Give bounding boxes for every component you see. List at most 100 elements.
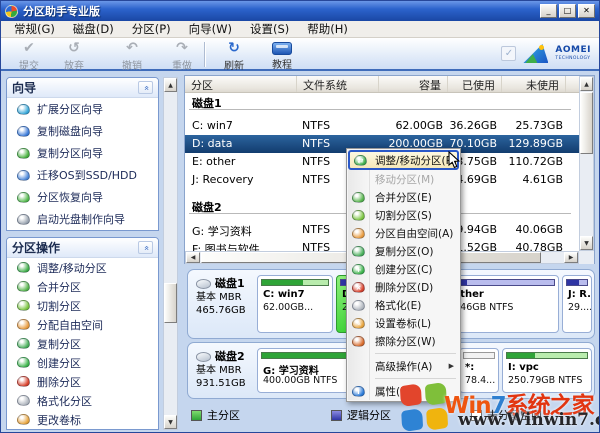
sidebar-item-copy-partition-wizard[interactable]: 复制分区向导 [7,142,158,164]
disk-type: 基本 MBR [196,291,246,304]
format-partition-icon [17,395,30,406]
merge-partitions-icon [352,192,365,203]
menu-item-label: 合并分区(E) [375,190,432,205]
collapse-chevron-icon[interactable]: « [138,81,153,94]
context-menu-item-split-partition[interactable]: 切割分区(S) [348,206,459,224]
column-header-4[interactable]: 未使用 [502,76,566,92]
sidebar-item-resize-move-partition[interactable]: 调整/移动分区 [7,258,158,277]
menu-settings[interactable]: 设置(S) [241,20,298,38]
context-menu-item-create-partition[interactable]: +创建分区(C) [348,260,459,278]
scroll-up-icon[interactable]: ▲ [580,77,593,91]
context-menu-item-properties[interactable]: i属性(P) [348,382,459,400]
legend-unallocated: 未分配空间 [471,407,542,423]
partition-block-*[interactable]: *:78.4... [459,348,499,393]
sidebar-item-copy-partition[interactable]: 复制分区 [7,334,158,353]
menu-wizard[interactable]: 向导(W) [180,20,241,38]
column-header-3[interactable]: 已使用 [448,76,502,92]
partition-row-c[interactable]: C: win7NTFS62.00GB36.26GB25.73GB [185,117,579,135]
wipe-partition-icon [352,336,365,347]
disk-label: 磁盘1基本 MBR465.76GB [196,277,246,317]
menu-item-label: 切割分区(S) [375,208,432,223]
table-header: 分区文件系统容量已使用未使用 [185,76,579,93]
discard-button[interactable]: ↺放弃 [47,40,101,72]
hard-disk-icon [196,279,211,289]
context-menu-item-advanced-operations[interactable]: 高级操作(A)▶ [348,357,459,375]
wizard-panel-header[interactable]: 向导 « [7,78,158,98]
sidebar-item-copy-disk-wizard[interactable]: 复制磁盘向导 [7,120,158,142]
sidebar-item-create-partition[interactable]: 创建分区 [7,353,158,372]
sidebar-item-split-partition[interactable]: 切割分区 [7,296,158,315]
sidebar-item-partition-recovery-wizard[interactable]: 分区恢复向导 [7,186,158,208]
context-menu-item-delete-partition[interactable]: ×删除分区(D) [348,278,459,296]
column-header-0[interactable]: 分区 [185,76,297,92]
bootable-cd-wizard-icon [17,214,30,225]
sidebar-item-label: 迁移OS到SSD/HDD [37,167,137,183]
sidebar-item-allocate-free-space[interactable]: 分配自由空间 [7,315,158,334]
maximize-button[interactable]: □ [559,4,576,18]
partition-name: C: win7 [263,289,305,300]
redo-button[interactable]: ↷重做 [155,40,209,72]
context-menu-item-format-partition[interactable]: 格式化(E) [348,296,459,314]
scrollbar-thumb[interactable] [580,92,593,154]
cell-part: D: data [192,137,232,150]
context-menu: ⇄调整/移动分区(R)移动分区(M) 合并分区(E) 切割分区(S)分区自由空间(A… [346,148,461,402]
scroll-right-icon[interactable]: ▶ [564,252,578,263]
scroll-down-icon[interactable]: ▼ [164,415,177,429]
sidebar-item-migrate-os-to-ssd-hdd[interactable]: 迁移OS到SSD/HDD [7,164,158,186]
column-header-2[interactable]: 容量 [379,76,448,92]
context-menu-item-set-label[interactable]: ✎设置卷标(L) [348,314,459,332]
menu-help[interactable]: 帮助(H) [298,20,357,38]
menu-partition[interactable]: 分区(P) [123,20,180,38]
partition-block-c[interactable]: C: win762.00GB... [257,275,333,333]
table-vscrollbar[interactable]: ▲ ▼ [579,76,594,251]
primary-swatch [191,410,202,421]
refresh-label: 刷新 [207,57,261,72]
sidebar-scrollbar[interactable]: ▲ ▼ [163,77,178,430]
scroll-left-icon[interactable]: ◀ [186,252,200,263]
undo-label: 撤销 [105,57,159,72]
create-partition-icon [17,357,30,368]
legend-label: 主分区 [207,407,240,423]
context-menu-item-resize-move-partition[interactable]: ⇄调整/移动分区(R) [348,150,459,170]
sidebar-item-label: 更改卷标 [37,412,81,428]
partition-block-i[interactable]: I: vpc250.79GB NTFS [502,348,592,393]
minimize-button[interactable]: _ [540,4,557,18]
ops-panel-title: 分区操作 [12,239,138,256]
sidebar-item-bootable-cd-wizard[interactable]: 启动光盘制作向导 [7,208,158,230]
sidebar-item-delete-partition[interactable]: 删除分区 [7,372,158,391]
partition-size: 29.... [568,302,592,313]
group-divider [189,109,571,110]
close-button[interactable]: ✕ [578,4,595,18]
toolbar: ✓ AOMEI TECHNOLOGY ✔提交↺放弃↶撤销↷重做↻刷新教程 [1,38,599,71]
context-menu-item-copy-partition[interactable]: 复制分区(O) [348,242,459,260]
cell-part: J: Recovery [192,173,253,186]
menu-disk[interactable]: 磁盘(D) [64,20,123,38]
sidebar-item-merge-partitions[interactable]: 合并分区 [7,277,158,296]
flag-pane [426,407,448,431]
scroll-down-icon[interactable]: ▼ [580,236,593,250]
context-menu-item-wipe-partition[interactable]: 擦除分区(W) [348,332,459,350]
disk-size: 931.51GB [196,377,246,390]
hard-disk-icon [196,352,211,362]
tutorial-button[interactable]: 教程 [255,40,309,71]
refresh-button[interactable]: ↻刷新 [207,40,261,72]
context-menu-item-allocate-free-space[interactable]: 分区自由空间(A) [348,224,459,242]
ops-panel-header[interactable]: 分区操作 « [7,238,158,258]
menu-general[interactable]: 常规(G) [5,20,64,38]
scrollbar-thumb[interactable] [164,283,177,323]
sidebar-item-label: 切割分区 [37,298,81,314]
sidebar-item-format-partition[interactable]: 格式化分区 [7,391,158,410]
checkbox-icon: ✓ [501,46,516,61]
sidebar-item-label: 分配自由空间 [37,317,103,333]
cell-free: 110.72GB [508,155,563,168]
partition-block-j[interactable]: J: R...29.... [562,275,592,333]
undo-button[interactable]: ↶撤销 [105,40,159,72]
context-menu-item-merge-partitions[interactable]: 合并分区(E) [348,188,459,206]
context-menu-item-move-partition[interactable]: 移动分区(M) [348,170,459,188]
scroll-up-icon[interactable]: ▲ [164,78,177,92]
cell-free: 40.06GB [515,223,563,236]
column-header-1[interactable]: 文件系统 [297,76,379,92]
sidebar-item-change-label[interactable]: 更改卷标 [7,410,158,429]
collapse-chevron-icon[interactable]: « [138,241,153,254]
sidebar-item-extend-partition-wizard[interactable]: 扩展分区向导 [7,98,158,120]
